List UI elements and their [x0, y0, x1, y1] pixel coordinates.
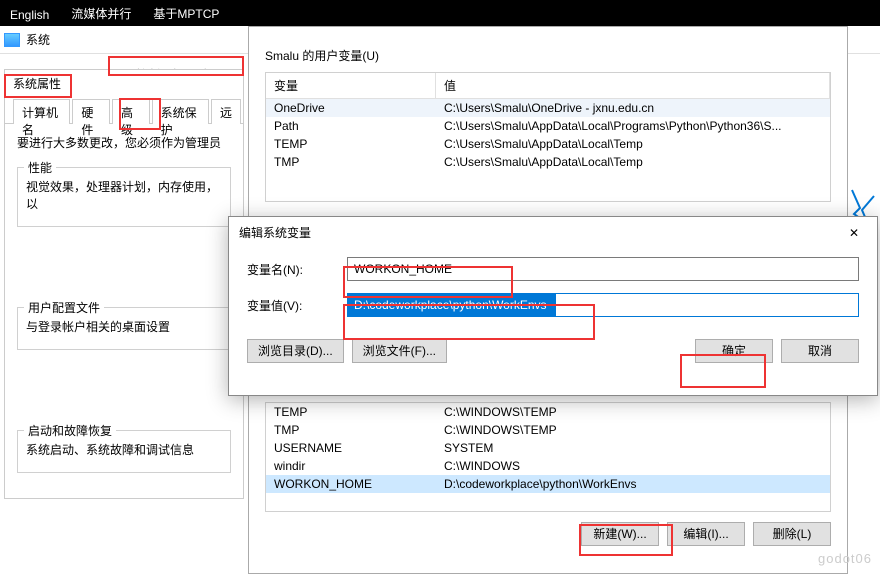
table-row[interactable]: TEMPC:\Users\Smalu\AppData\Local\Temp: [266, 135, 830, 153]
col-variable[interactable]: 变量: [266, 73, 436, 98]
dialog-title: 编辑系统变量: [239, 224, 311, 241]
dialog-title: 系统属性: [5, 70, 243, 98]
cell-value: C:\WINDOWS: [436, 457, 830, 475]
tab-advanced[interactable]: 高级: [112, 99, 150, 124]
table-row[interactable]: USERNAMESYSTEM: [266, 439, 830, 457]
performance-group: 性能 视觉效果，处理器计划，内存使用，以: [17, 167, 231, 227]
cell-value: C:\Users\Smalu\AppData\Local\Programs\Py…: [436, 117, 830, 135]
cell-value: SYSTEM: [436, 439, 830, 457]
table-row[interactable]: OneDriveC:\Users\Smalu\OneDrive - jxnu.e…: [266, 99, 830, 117]
table-row[interactable]: TEMPC:\WINDOWS\TEMP: [266, 403, 830, 421]
edit-button[interactable]: 编辑(I)...: [667, 522, 745, 546]
cell-variable: WORKON_HOME: [266, 475, 436, 493]
sysprops-tabs: 计算机名 硬件 高级 系统保护 远: [5, 98, 243, 124]
table-row[interactable]: windirC:\WINDOWS: [266, 457, 830, 475]
browser-tab[interactable]: 基于MPTCP: [143, 1, 229, 26]
new-button[interactable]: 新建(W)...: [581, 522, 659, 546]
tab-hardware[interactable]: 硬件: [72, 99, 110, 124]
variable-value-input[interactable]: [347, 293, 859, 317]
variable-value-label: 变量值(V):: [247, 297, 347, 314]
browser-tabbar: English 流媒体并行 基于MPTCP: [0, 0, 880, 26]
group-legend: 性能: [24, 159, 56, 176]
tab-system-protection[interactable]: 系统保护: [152, 99, 209, 124]
dialog-titlebar: 编辑系统变量 ✕: [229, 217, 877, 247]
close-button[interactable]: ✕: [831, 217, 877, 247]
group-text: 系统启动、系统故障和调试信息: [26, 441, 222, 458]
variable-name-label: 变量名(N):: [247, 261, 347, 278]
browser-tab[interactable]: English: [0, 4, 59, 26]
table-row[interactable]: TMPC:\WINDOWS\TEMP: [266, 421, 830, 439]
startup-recovery-group: 启动和故障恢复 系统启动、系统故障和调试信息: [17, 430, 231, 473]
cell-value: C:\Users\Smalu\AppData\Local\Temp: [436, 135, 830, 153]
ok-button[interactable]: 确定: [695, 339, 773, 363]
system-icon: [4, 33, 20, 47]
system-properties-dialog: 系统属性 计算机名 硬件 高级 系统保护 远 要进行大多数更改，您必须作为管理员…: [4, 69, 244, 499]
tab-computer-name[interactable]: 计算机名: [13, 99, 70, 124]
group-legend: 用户配置文件: [24, 299, 104, 316]
group-text: 视觉效果，处理器计划，内存使用，以: [26, 178, 222, 212]
edit-system-variable-dialog: 编辑系统变量 ✕ 变量名(N): 变量值(V): 浏览目录(D)... 浏览文件…: [228, 216, 878, 396]
browse-directory-button[interactable]: 浏览目录(D)...: [247, 339, 344, 363]
variable-name-input[interactable]: [347, 257, 859, 281]
user-vars-table[interactable]: 变量 值 OneDriveC:\Users\Smalu\OneDrive - j…: [265, 72, 831, 202]
col-value[interactable]: 值: [436, 73, 830, 98]
group-legend: 启动和故障恢复: [24, 422, 116, 439]
table-row[interactable]: WORKON_HOMED:\codeworkplace\python\WorkE…: [266, 475, 830, 493]
cell-variable: windir: [266, 457, 436, 475]
cell-variable: TMP: [266, 153, 436, 171]
table-header: 变量 值: [266, 73, 830, 99]
table-row[interactable]: TMPC:\Users\Smalu\AppData\Local\Temp: [266, 153, 830, 171]
cell-variable: TEMP: [266, 403, 436, 421]
cell-variable: USERNAME: [266, 439, 436, 457]
cell-variable: TEMP: [266, 135, 436, 153]
close-icon: ✕: [849, 226, 859, 240]
cancel-button[interactable]: 取消: [781, 339, 859, 363]
cell-value: C:\Users\Smalu\AppData\Local\Temp: [436, 153, 830, 171]
table-row[interactable]: PathC:\Users\Smalu\AppData\Local\Program…: [266, 117, 830, 135]
cell-variable: OneDrive: [266, 99, 436, 117]
browse-file-button[interactable]: 浏览文件(F)...: [352, 339, 447, 363]
user-profiles-group: 用户配置文件 与登录帐户相关的桌面设置: [17, 307, 231, 350]
system-window-title: 系统: [26, 31, 50, 48]
group-text: 与登录帐户相关的桌面设置: [26, 318, 222, 335]
user-vars-label: Smalu 的用户变量(U): [265, 47, 831, 64]
cell-value: D:\codeworkplace\python\WorkEnvs: [436, 475, 830, 493]
cell-variable: TMP: [266, 421, 436, 439]
system-vars-buttons: 新建(W)... 编辑(I)... 删除(L): [265, 522, 831, 546]
browser-tab[interactable]: 流媒体并行: [61, 1, 141, 26]
system-vars-table[interactable]: TEMPC:\WINDOWS\TEMPTMPC:\WINDOWS\TEMPUSE…: [265, 402, 831, 512]
cell-value: C:\Users\Smalu\OneDrive - jxnu.edu.cn: [436, 99, 830, 117]
cell-variable: Path: [266, 117, 436, 135]
watermark: godot06: [818, 551, 872, 566]
delete-button[interactable]: 删除(L): [753, 522, 831, 546]
tab-remote[interactable]: 远: [211, 99, 241, 124]
cell-value: C:\WINDOWS\TEMP: [436, 421, 830, 439]
cell-value: C:\WINDOWS\TEMP: [436, 403, 830, 421]
